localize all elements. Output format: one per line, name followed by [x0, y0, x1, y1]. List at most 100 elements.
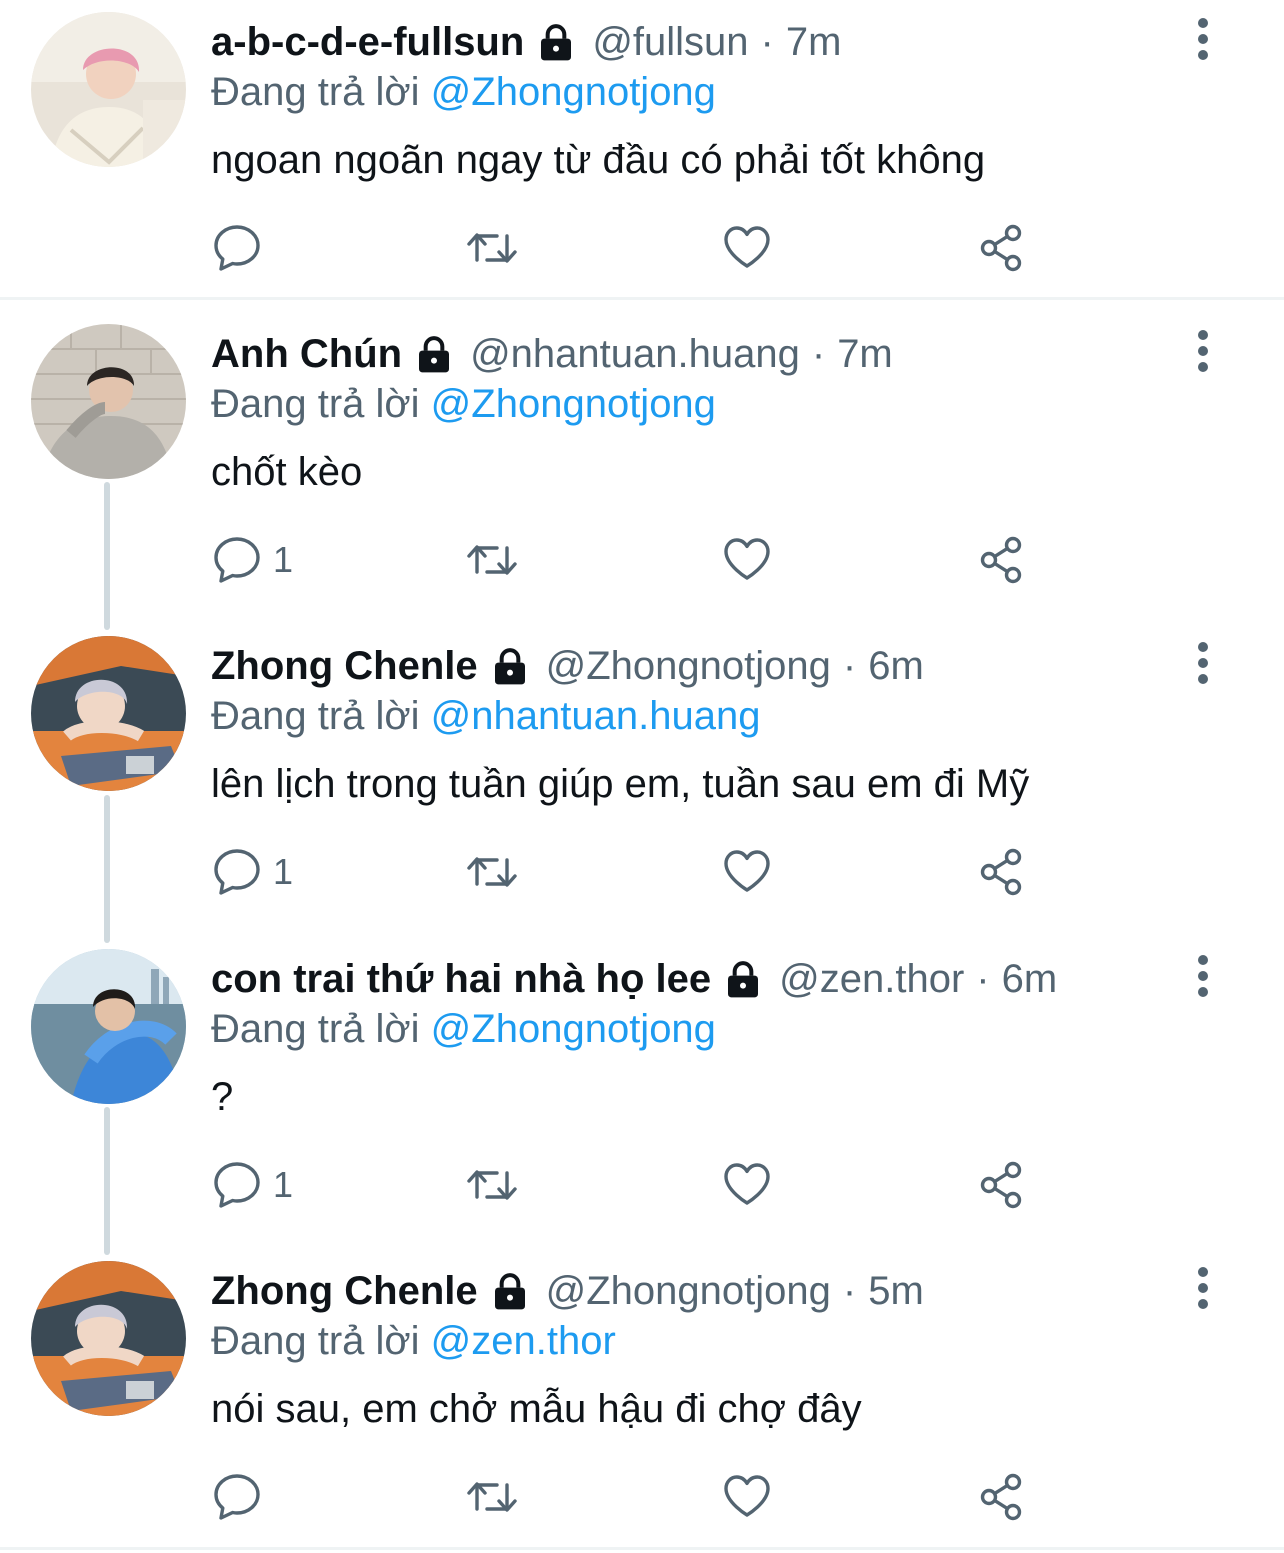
share-icon — [976, 534, 1028, 586]
handle[interactable]: @fullsun — [592, 12, 748, 72]
like-button[interactable] — [721, 836, 773, 908]
reply-button[interactable]: 1 — [211, 836, 293, 908]
reply-icon — [211, 222, 263, 274]
reply-icon — [211, 846, 263, 898]
replying-to-mention[interactable]: @Zhongnotjong — [431, 382, 716, 426]
tweet[interactable]: Anh Chún @nhantuan.huang · 7m Đang trả l… — [0, 312, 1284, 612]
like-button[interactable] — [721, 1149, 773, 1221]
timestamp[interactable]: 7m — [837, 324, 893, 384]
heart-icon — [721, 1159, 773, 1211]
tweet-header: Zhong Chenle @Zhongnotjong · 5m — [211, 1261, 924, 1321]
action-bar: 1 — [211, 524, 1111, 596]
handle[interactable]: @nhantuan.huang — [470, 324, 800, 384]
replying-to: Đang trả lời @Zhongnotjong — [211, 376, 716, 432]
avatar[interactable] — [31, 949, 186, 1104]
divider — [0, 297, 1284, 300]
tweet-text: ? — [211, 1075, 234, 1119]
timestamp[interactable]: 6m — [868, 636, 924, 696]
tweet-text: ngoan ngoãn ngay từ đầu có phải tốt khôn… — [211, 138, 986, 182]
retweet-button[interactable] — [464, 836, 520, 908]
share-icon — [976, 222, 1028, 274]
heart-icon — [721, 222, 773, 274]
replying-to: Đang trả lời @zen.thor — [211, 1313, 616, 1369]
display-name[interactable]: Zhong Chenle — [211, 1261, 478, 1321]
heart-icon — [721, 534, 773, 586]
like-button[interactable] — [721, 212, 773, 284]
timestamp[interactable]: 5m — [868, 1261, 924, 1321]
reply-button[interactable] — [211, 1461, 273, 1533]
replying-to-mention[interactable]: @zen.thor — [431, 1319, 616, 1363]
more-vertical-icon[interactable] — [1186, 640, 1220, 686]
more-vertical-icon[interactable] — [1186, 1265, 1220, 1311]
more-vertical-icon[interactable] — [1186, 16, 1220, 62]
retweet-icon — [464, 1471, 520, 1523]
divider — [0, 1547, 1284, 1550]
action-bar — [211, 1461, 1111, 1533]
heart-icon — [721, 1471, 773, 1523]
replying-to: Đang trả lời @nhantuan.huang — [211, 688, 760, 744]
reply-button[interactable]: 1 — [211, 524, 293, 596]
share-button[interactable] — [976, 1149, 1028, 1221]
display-name[interactable]: Anh Chún — [211, 324, 402, 384]
retweet-button[interactable] — [464, 1461, 520, 1533]
retweet-button[interactable] — [464, 524, 520, 596]
display-name[interactable]: a-b-c-d-e-fullsun — [211, 12, 524, 72]
share-icon — [976, 846, 1028, 898]
retweet-icon — [464, 222, 520, 274]
lock-icon — [723, 959, 763, 999]
separator: · — [811, 332, 826, 376]
retweet-icon — [464, 846, 520, 898]
retweet-button[interactable] — [464, 212, 520, 284]
tweet-header: Anh Chún @nhantuan.huang · 7m — [211, 324, 893, 384]
like-button[interactable] — [721, 524, 773, 596]
more-vertical-icon[interactable] — [1186, 953, 1220, 999]
share-button[interactable] — [976, 1461, 1028, 1533]
reply-count: 1 — [273, 851, 294, 892]
replying-prefix: Đang trả lời — [211, 694, 420, 738]
replying-prefix: Đang trả lời — [211, 382, 420, 426]
share-button[interactable] — [976, 836, 1028, 908]
action-bar: 1 — [211, 836, 1111, 908]
handle[interactable]: @Zhongnotjong — [546, 636, 831, 696]
replying-to-mention[interactable]: @Zhongnotjong — [431, 70, 716, 114]
handle[interactable]: @zen.thor — [779, 949, 964, 1009]
timestamp[interactable]: 7m — [786, 12, 842, 72]
avatar[interactable] — [31, 12, 186, 167]
retweet-button[interactable] — [464, 1149, 520, 1221]
display-name[interactable]: Zhong Chenle — [211, 636, 478, 696]
share-button[interactable] — [976, 212, 1028, 284]
reply-count: 1 — [273, 1164, 294, 1205]
share-icon — [976, 1471, 1028, 1523]
handle[interactable]: @Zhongnotjong — [546, 1261, 831, 1321]
separator: · — [842, 644, 857, 688]
separator: · — [842, 1269, 857, 1313]
separator: · — [976, 957, 990, 1001]
more-vertical-icon[interactable] — [1186, 328, 1220, 374]
reply-button[interactable]: 1 — [211, 1149, 293, 1221]
lock-icon — [490, 1271, 530, 1311]
tweet-text: lên lịch trong tuần giúp em, tuần sau em… — [211, 762, 1030, 806]
tweet-header: con trai thứ hai nhà họ lee @zen.thor · … — [211, 949, 1057, 1009]
timestamp[interactable]: 6m — [1002, 949, 1058, 1009]
replying-prefix: Đang trả lời — [211, 70, 420, 114]
share-button[interactable] — [976, 524, 1028, 596]
lock-icon — [490, 646, 530, 686]
replying-prefix: Đang trả lời — [211, 1007, 420, 1051]
heart-icon — [721, 846, 773, 898]
reply-icon — [211, 1159, 263, 1211]
separator: · — [760, 20, 774, 64]
avatar[interactable] — [31, 324, 186, 479]
replying-to-mention[interactable]: @Zhongnotjong — [431, 1007, 716, 1051]
replying-to-mention[interactable]: @nhantuan.huang — [431, 694, 761, 738]
avatar[interactable] — [31, 1261, 186, 1416]
tweet[interactable]: a-b-c-d-e-fullsun @fullsun · 7m Đang trả… — [0, 0, 1284, 297]
replying-prefix: Đang trả lời — [211, 1319, 420, 1363]
like-button[interactable] — [721, 1461, 773, 1533]
tweet[interactable]: con trai thứ hai nhà họ lee @zen.thor · … — [0, 937, 1284, 1237]
avatar[interactable] — [31, 636, 186, 791]
display-name[interactable]: con trai thứ hai nhà họ lee — [211, 949, 711, 1009]
tweet[interactable]: Zhong Chenle @Zhongnotjong · 5m Đang trả… — [0, 1249, 1284, 1547]
reply-button[interactable] — [211, 212, 273, 284]
tweet[interactable]: Zhong Chenle @Zhongnotjong · 6m Đang trả… — [0, 624, 1284, 924]
action-bar — [211, 212, 1111, 284]
